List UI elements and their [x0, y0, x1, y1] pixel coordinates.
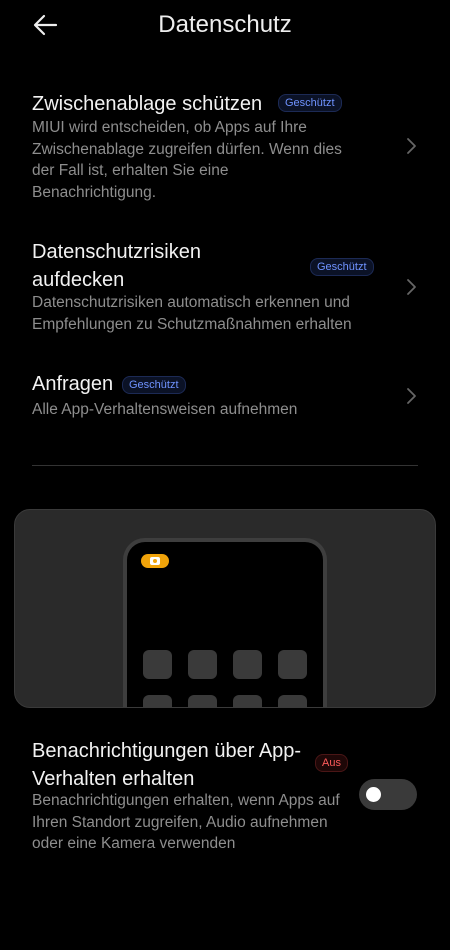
app-icon-placeholder [233, 650, 262, 679]
app-icon-placeholder [188, 695, 217, 707]
chevron-right-icon [407, 138, 416, 154]
app-icon-placeholder [143, 650, 172, 679]
page-title: Datenschutz [158, 11, 292, 38]
divider [32, 465, 418, 466]
off-badge: Aus [315, 754, 348, 772]
illustration-card [14, 509, 436, 708]
row-title: Zwischenablage schützen [32, 93, 263, 115]
protected-badge: Geschützt [310, 258, 374, 276]
row-description: MIUI wird entscheiden, ob Apps auf Ihre … [32, 119, 342, 201]
protected-badge: Geschützt [122, 376, 186, 394]
app-icon-placeholder [278, 650, 307, 679]
protected-badge: Geschützt [278, 94, 342, 112]
row-title: Anfragen [32, 373, 114, 395]
camera-icon [150, 557, 160, 565]
requests-row[interactable]: Anfragen Geschützt Alle App-Verhaltenswe… [0, 366, 450, 428]
chevron-right-icon [407, 279, 416, 295]
app-icon-placeholder [143, 695, 172, 707]
privacy-risks-row[interactable]: Datenschutzrisiken aufdecken Geschützt D… [0, 234, 450, 344]
chevron-right-icon [407, 388, 416, 404]
app-icon-placeholder [233, 695, 262, 707]
notification-setting-description: Benachrichtigungen erhalten, wenn Apps a… [32, 792, 340, 852]
notification-toggle[interactable] [359, 779, 417, 810]
app-icon-placeholder [188, 650, 217, 679]
camera-indicator [141, 554, 169, 568]
phone-illustration [123, 538, 327, 707]
clipboard-protection-row[interactable]: Zwischenablage schützen Geschützt MIUI w… [0, 86, 450, 206]
row-description: Datenschutzrisiken automatisch erkennen … [32, 294, 352, 333]
row-title: Datenschutzrisiken aufdecken [32, 241, 201, 291]
row-description: Alle App-Verhaltensweisen aufnehmen [32, 401, 298, 418]
app-icon-placeholder [278, 695, 307, 707]
toggle-knob [366, 787, 381, 802]
notification-setting-title: Benachrichtigungen über App-Verhalten er… [32, 740, 302, 790]
